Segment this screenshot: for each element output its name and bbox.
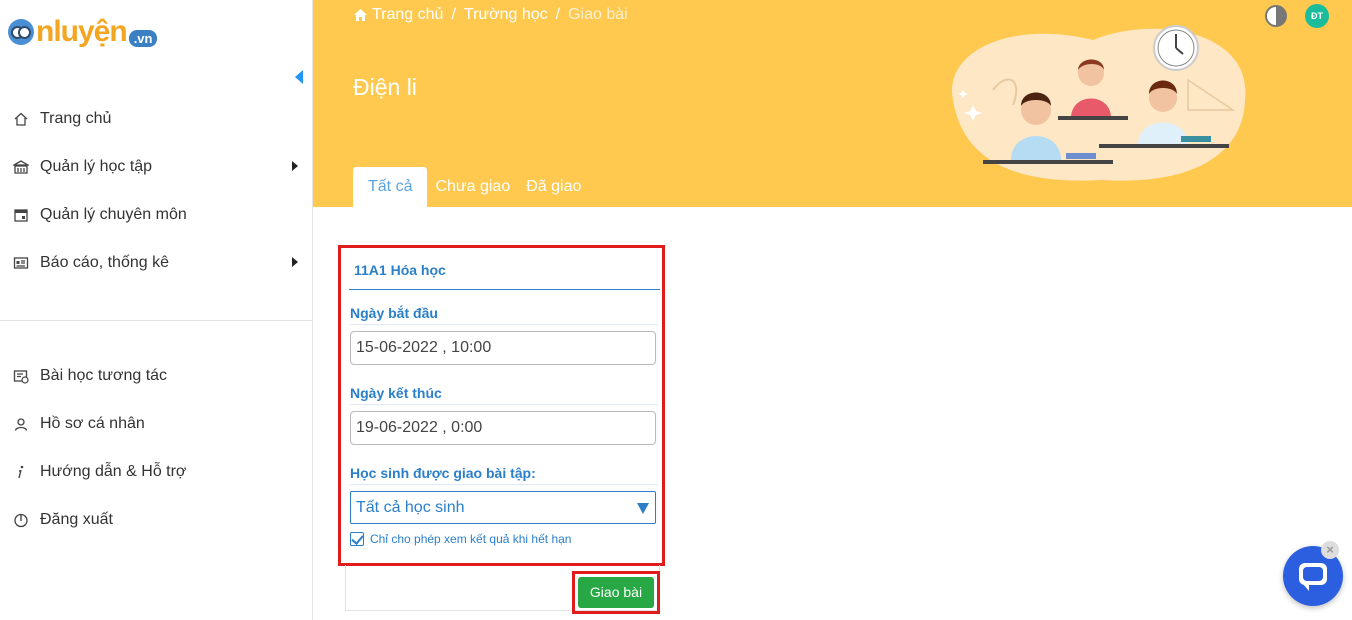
submit-highlight: Giao bài — [572, 571, 660, 614]
students-select-value: Tất cả học sinh — [356, 499, 465, 516]
report-icon — [0, 255, 40, 271]
sidebar-item-label: Bài học tương tác — [40, 367, 168, 384]
sidebar-item-logout[interactable]: Đăng xuất — [0, 500, 312, 540]
breadcrumb: Trang chủ / Trường học / Giao bài — [353, 6, 628, 24]
sidebar-item-label: Quản lý chuyên môn — [40, 206, 187, 223]
assign-form-card: 11A1 Hóa học Ngày bắt đầu 15-06-2022 , 1… — [338, 245, 665, 566]
tab-not-assigned[interactable]: Chưa giao — [427, 167, 518, 207]
tab-all[interactable]: Tất cả — [353, 167, 428, 207]
logo[interactable]: nluyện .vn — [8, 12, 158, 52]
sidebar-item-home[interactable]: Trang chủ — [0, 99, 312, 139]
title-divider — [349, 289, 660, 290]
sidebar: nluyện .vn Trang chủ Quản lý học tập Quả… — [0, 0, 313, 620]
sidebar-item-interactive-lessons[interactable]: Bài học tương tác — [0, 356, 312, 396]
label-divider — [350, 324, 658, 325]
view-results-checkbox-row[interactable]: Chỉ cho phép xem kết quả khi hết hạn — [350, 532, 571, 546]
avatar[interactable]: ĐT — [1305, 4, 1329, 28]
start-date-input[interactable]: 15-06-2022 , 10:00 — [350, 331, 656, 365]
sidebar-item-label: Báo cáo, thống kê — [40, 254, 169, 271]
tab-bar: Tất cả Chưa giao Đã giao — [353, 167, 589, 207]
sidebar-item-label: Hướng dẫn & Hỗ trợ — [40, 463, 187, 480]
tab-assigned[interactable]: Đã giao — [518, 167, 589, 207]
sidebar-item-label: Trang chủ — [40, 110, 112, 127]
sidebar-item-profile[interactable]: Hồ sơ cá nhân — [0, 404, 312, 444]
collapse-sidebar-icon[interactable] — [295, 70, 303, 84]
school-icon — [0, 159, 40, 175]
power-icon — [0, 512, 40, 528]
page-header-banner: Trang chủ / Trường học / Giao bài Điện l… — [313, 0, 1352, 207]
interactive-lesson-icon — [0, 368, 40, 384]
class-title: 11A1 Hóa học — [354, 262, 446, 278]
classroom-illustration — [952, 25, 1246, 181]
sidebar-item-label: Hồ sơ cá nhân — [40, 415, 145, 432]
label-divider — [350, 484, 658, 485]
end-date-label: Ngày kết thúc — [350, 385, 442, 401]
close-icon[interactable]: × — [1321, 541, 1339, 559]
logo-suffix: .vn — [128, 29, 158, 47]
end-date-input[interactable]: 19-06-2022 , 0:00 — [350, 411, 656, 445]
breadcrumb-home[interactable]: Trang chủ — [353, 6, 443, 24]
breadcrumb-home-label: Trang chủ — [372, 6, 444, 23]
chat-bubble-inner — [1303, 567, 1323, 581]
breadcrumb-school[interactable]: Trường học — [464, 6, 548, 24]
sidebar-item-learning[interactable]: Quản lý học tập — [0, 147, 312, 187]
sidebar-item-professional[interactable]: Quản lý chuyên môn — [0, 195, 312, 235]
students-select[interactable]: Tất cả học sinh — [350, 491, 656, 524]
view-results-checkbox-label: Chỉ cho phép xem kết quả khi hết hạn — [370, 532, 572, 546]
caret-right-icon — [292, 257, 298, 267]
logo-wordmark: nluyện — [36, 15, 128, 48]
dropdown-arrow-icon — [637, 503, 649, 514]
sidebar-item-help[interactable]: Hướng dẫn & Hỗ trợ — [0, 452, 312, 492]
home-icon — [0, 111, 40, 127]
calendar-icon — [0, 207, 40, 223]
breadcrumb-current: Giao bài — [568, 6, 628, 23]
theme-toggle-icon[interactable] — [1265, 5, 1287, 27]
owl-logo-icon — [8, 19, 34, 45]
label-divider — [350, 404, 658, 405]
students-label: Học sinh được giao bài tập: — [350, 465, 536, 481]
checkbox-checked-icon[interactable] — [350, 532, 364, 546]
home-icon — [354, 9, 367, 21]
start-date-label: Ngày bắt đầu — [350, 305, 438, 321]
sidebar-item-label: Quản lý học tập — [40, 158, 153, 175]
sidebar-divider — [0, 320, 312, 321]
assign-button[interactable]: Giao bài — [578, 577, 654, 608]
info-icon — [0, 464, 40, 480]
sidebar-item-label: Đăng xuất — [40, 511, 113, 528]
sidebar-item-reports[interactable]: Báo cáo, thống kê — [0, 243, 312, 283]
caret-right-icon — [292, 161, 298, 171]
page-title: Điện li — [353, 74, 417, 100]
breadcrumb-separator: / — [451, 6, 456, 23]
user-icon — [0, 416, 40, 432]
breadcrumb-separator: / — [555, 6, 561, 23]
